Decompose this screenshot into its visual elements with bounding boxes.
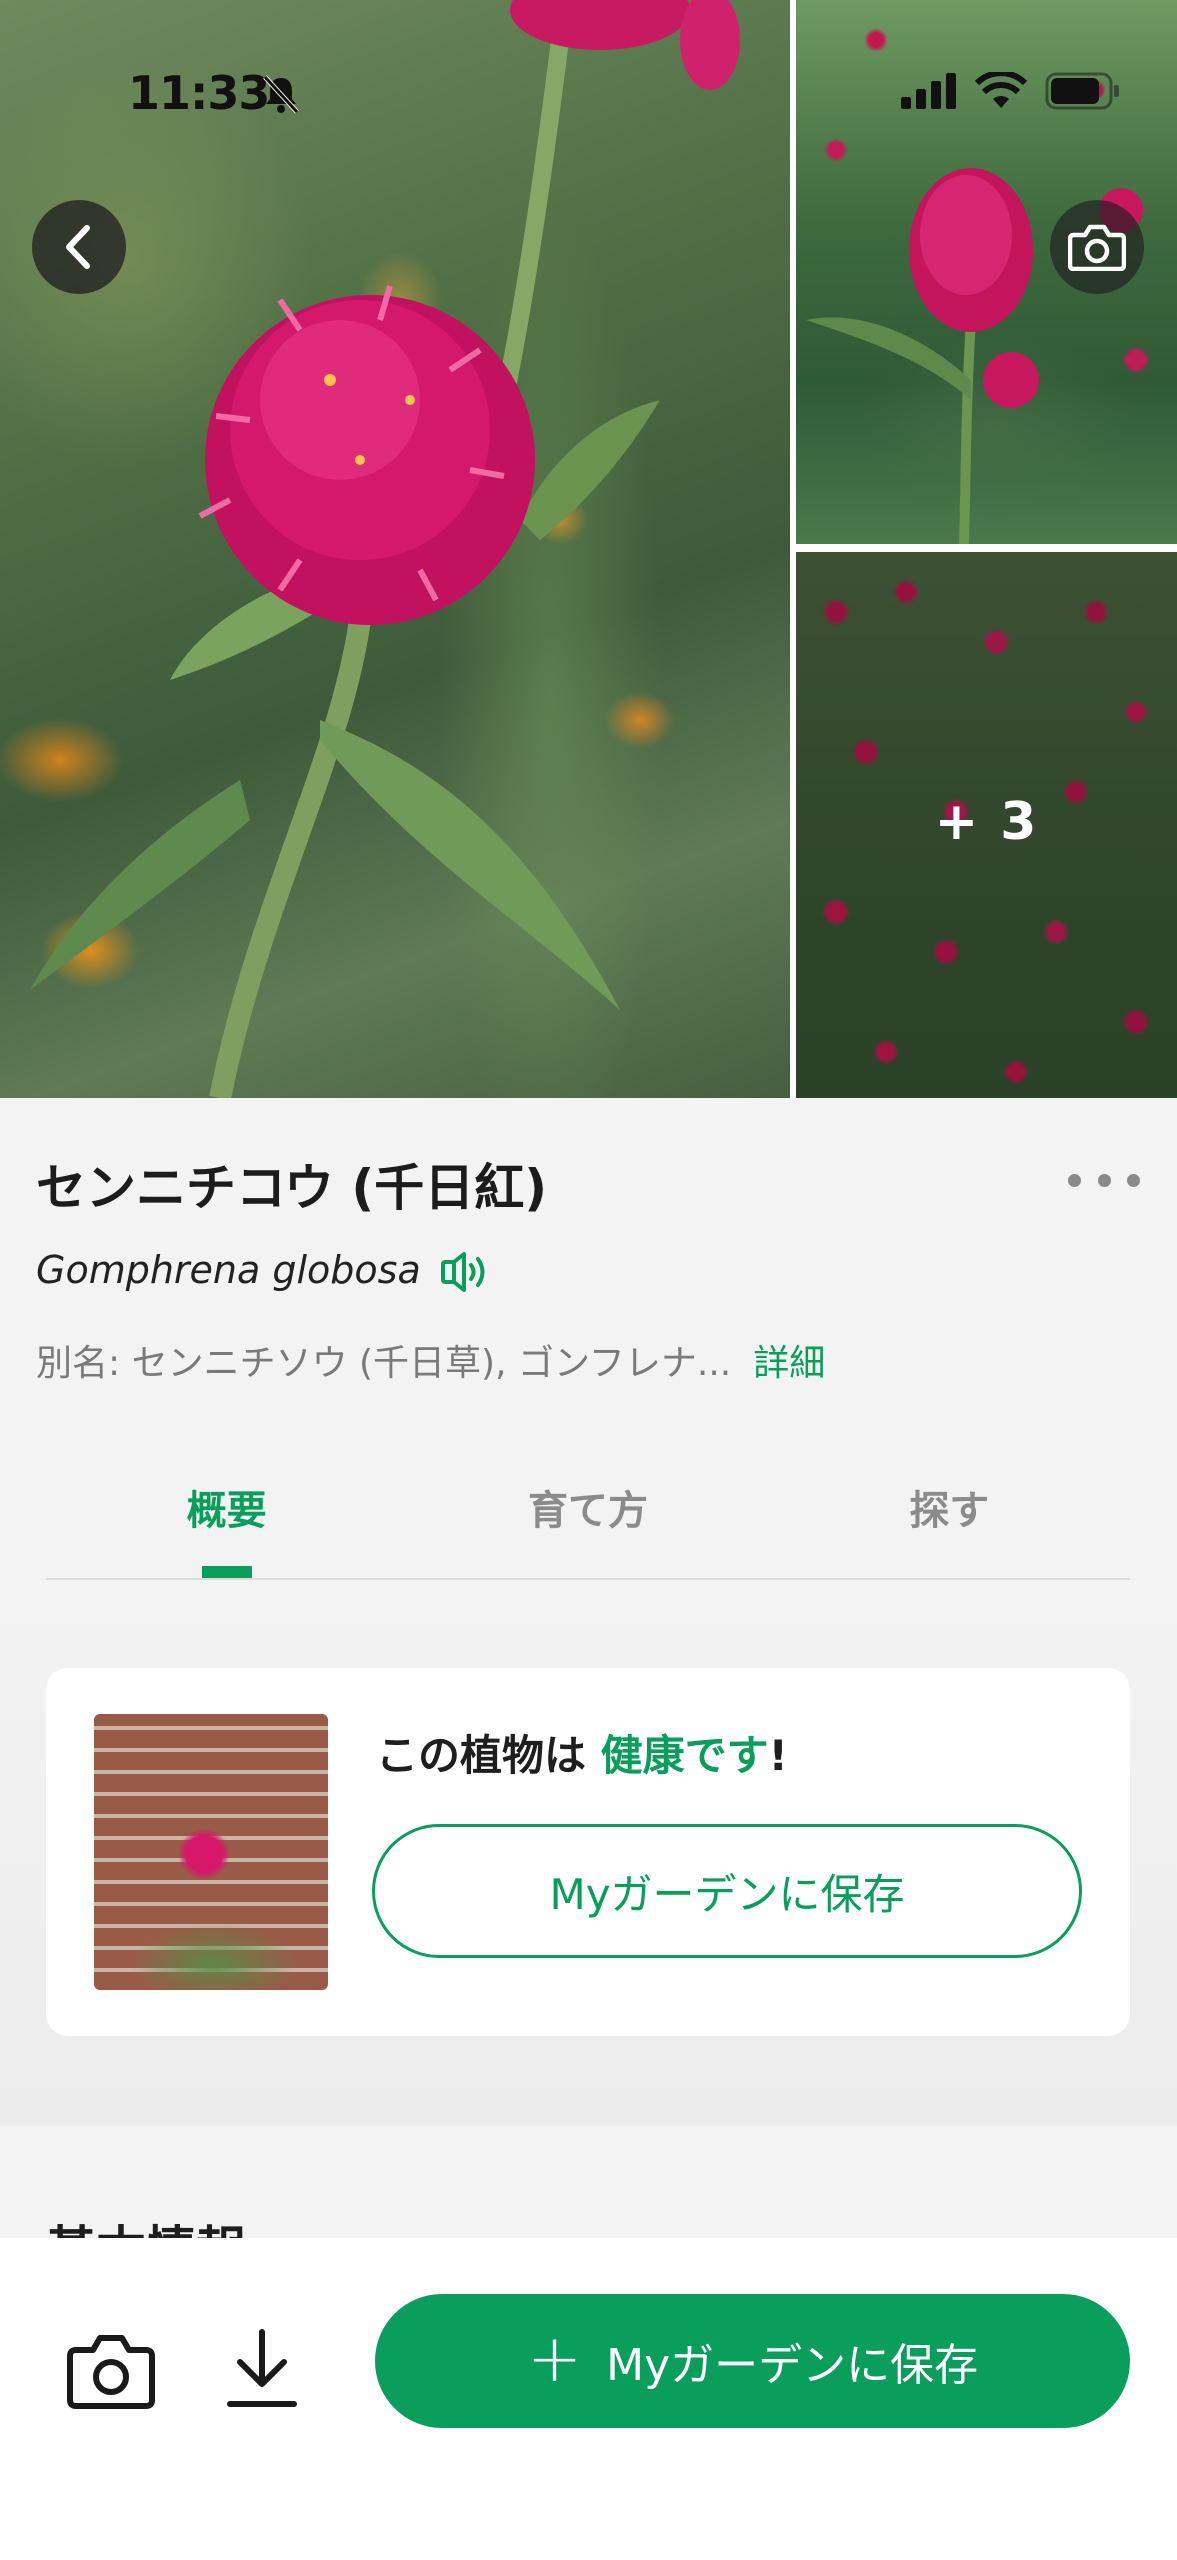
health-status-text: この植物は 健康です!: [376, 1722, 788, 1783]
bell-slash-icon: [263, 75, 299, 114]
photo-gallery: + 3: [0, 0, 1177, 1098]
flower-head-main: [198, 285, 535, 625]
plus-icon: +: [526, 2320, 583, 2397]
add-to-garden-button[interactable]: + Myガーデンに保存: [375, 2294, 1130, 2428]
download-icon[interactable]: [222, 2326, 302, 2412]
tab-overview[interactable]: 概要: [46, 1468, 407, 1578]
bottom-action-bar: + Myガーデンに保存: [0, 2238, 1177, 2560]
plant-scientific-name: Gomphrena globosa: [36, 1248, 421, 1292]
camera-icon[interactable]: [66, 2330, 156, 2410]
flower-illustration: [30, 0, 740, 1098]
chevron-left-icon: [66, 225, 90, 269]
save-to-garden-button[interactable]: Myガーデンに保存: [372, 1824, 1082, 1958]
add-to-garden-label: Myガーデンに保存: [606, 2340, 979, 2391]
plant-photo-thumbnail: [94, 1714, 328, 1990]
status-icons: [901, 72, 1121, 110]
more-options-button[interactable]: [1068, 1160, 1140, 1200]
health-status-badge: 健康です: [600, 1731, 769, 1780]
alias-details-link[interactable]: 詳細: [753, 1343, 825, 1384]
plant-common-name: センニチコウ (千日紅): [36, 1159, 548, 1217]
add-photo-camera-button[interactable]: [1050, 200, 1144, 294]
photo-thumbnail-more[interactable]: + 3: [796, 552, 1177, 1098]
tab-care[interactable]: 育て方: [407, 1468, 768, 1578]
speaker-icon[interactable]: [440, 1250, 488, 1294]
dot-icon: [1068, 1173, 1081, 1187]
more-photos-count: + 3: [934, 792, 1039, 852]
tab-bar: 概要 育て方 探す: [46, 1468, 1130, 1580]
health-prefix: この植物は: [376, 1731, 601, 1780]
health-suffix: !: [768, 1731, 788, 1780]
wifi-icon: [975, 72, 1027, 108]
status-time: 11:33: [128, 66, 270, 120]
plant-alias: 別名: センニチソウ (千日草), ゴンフレナ... 詳細: [36, 1334, 825, 1386]
back-button[interactable]: [32, 200, 126, 294]
cellular-signal-icon: [901, 73, 956, 109]
dot-icon: [1097, 1173, 1111, 1187]
alias-text: 別名: センニチソウ (千日草), ゴンフレナ...: [36, 1343, 732, 1384]
health-card: この植物は 健康です! Myガーデンに保存: [46, 1668, 1130, 2036]
main-photo[interactable]: [0, 0, 790, 1098]
battery-icon: [1045, 72, 1119, 110]
camera-icon: [1068, 224, 1126, 271]
dot-icon: [1127, 1173, 1140, 1187]
tab-find[interactable]: 探す: [769, 1468, 1130, 1578]
